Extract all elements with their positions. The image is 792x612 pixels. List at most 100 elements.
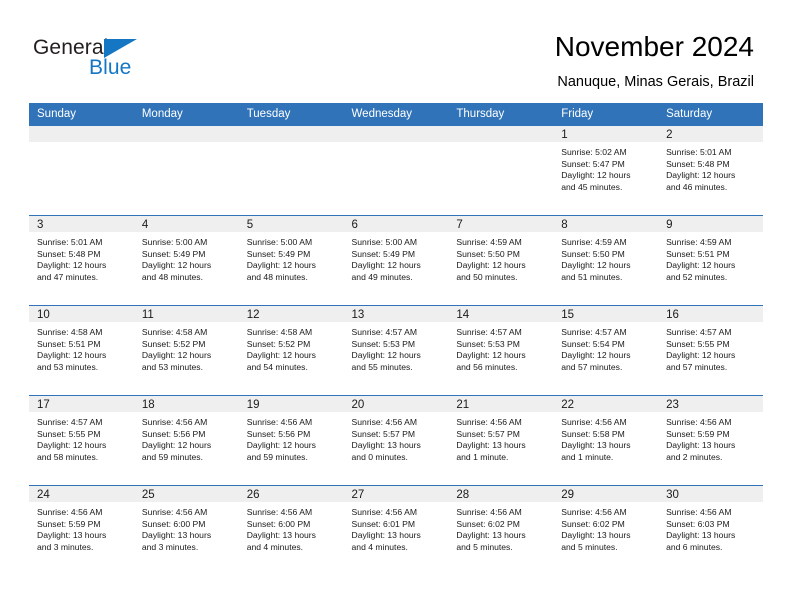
calendar-cell-day[interactable]: 7 Sunrise: 4:59 AM Sunset: 5:50 PM Daylight…	[448, 215, 554, 305]
day-number: 17	[29, 395, 134, 412]
daylight-text-line1: Daylight: 12 hours	[141, 440, 212, 451]
calendar-cell-day[interactable]: 3 Sunrise: 5:01 AM Sunset: 5:48 PM Daylight…	[29, 215, 134, 305]
calendar-cell-day[interactable]: 12 Sunrise: 4:58 AM Sunset: 5:52 PM Dayligh…	[238, 305, 344, 395]
day-number: 2	[658, 125, 763, 142]
calendar-cell-inner	[29, 125, 134, 215]
day-number: 9	[658, 215, 763, 232]
calendar-cell-day[interactable]: 21 Sunrise: 4:56 AM Sunset: 5:57 PM Dayligh…	[448, 395, 554, 485]
daylight-text-line2: and 1 minute.	[456, 451, 509, 462]
sunrise-text: Sunrise: 4:58 AM	[246, 327, 313, 337]
weekday-header-thursday: Thursday	[448, 103, 554, 125]
day-details: Sunrise: 4:58 AM Sunset: 5:52 PM Daylight:…	[134, 322, 239, 373]
daylight-text-line1: Daylight: 12 hours	[666, 260, 736, 271]
day-number: 12	[238, 305, 344, 322]
day-details: Sunrise: 4:58 AM Sunset: 5:51 PM Daylight:…	[29, 322, 134, 373]
calendar-cell-inner	[343, 125, 449, 215]
day-details: Sunrise: 4:56 AM Sunset: 5:59 PM Daylight:…	[29, 502, 134, 553]
sunset-text: Sunset: 5:56 PM	[141, 428, 206, 439]
calendar-cell-inner: 10 Sunrise: 4:58 AM Sunset: 5:51 PM Dayligh…	[29, 305, 134, 395]
day-details: Sunrise: 4:56 AM Sunset: 6:01 PM Daylight:…	[344, 502, 449, 553]
daylight-text-line1: Daylight: 12 hours	[141, 350, 212, 361]
sunrise-text: Sunrise: 4:56 AM	[666, 417, 732, 427]
day-number: 5	[238, 215, 344, 232]
day-number: 13	[343, 305, 449, 322]
day-number	[448, 125, 554, 142]
day-number	[238, 125, 344, 142]
calendar-cell-day[interactable]: 28 Sunrise: 4:56 AM Sunset: 6:02 PM Dayligh…	[448, 485, 554, 575]
sunrise-text: Sunrise: 4:56 AM	[456, 507, 522, 517]
calendar-cell-day[interactable]: 10 Sunrise: 4:58 AM Sunset: 5:51 PM Dayligh…	[29, 305, 134, 395]
day-details: Sunrise: 4:59 AM Sunset: 5:50 PM Daylight:…	[448, 232, 553, 283]
calendar-cell-day[interactable]: 16 Sunrise: 4:57 AM Sunset: 5:55 PM Dayligh…	[658, 305, 763, 395]
calendar-cell-day[interactable]: 29 Sunrise: 4:56 AM Sunset: 6:02 PM Dayligh…	[553, 485, 659, 575]
day-number	[29, 125, 134, 142]
daylight-text-line2: and 50 minutes.	[456, 271, 518, 282]
calendar-cell-day[interactable]: 26 Sunrise: 4:56 AM Sunset: 6:00 PM Dayligh…	[238, 485, 344, 575]
day-details: Sunrise: 4:57 AM Sunset: 5:53 PM Daylight:…	[344, 322, 449, 373]
calendar-cell-inner: 2 Sunrise: 5:01 AM Sunset: 5:48 PM Daylight…	[658, 125, 763, 215]
calendar-cell-day[interactable]: 23 Sunrise: 4:56 AM Sunset: 5:59 PM Dayligh…	[658, 395, 763, 485]
daylight-text-line1: Daylight: 13 hours	[351, 530, 421, 541]
sunset-text: Sunset: 5:57 PM	[456, 428, 520, 439]
sunrise-text: Sunrise: 4:56 AM	[141, 507, 208, 517]
calendar-cell-inner: 14 Sunrise: 4:57 AM Sunset: 5:53 PM Dayligh…	[448, 305, 554, 395]
calendar-cell-day[interactable]: 25 Sunrise: 4:56 AM Sunset: 6:00 PM Dayligh…	[133, 485, 239, 575]
calendar-cell-day[interactable]: 5 Sunrise: 5:00 AM Sunset: 5:49 PM Daylight…	[238, 215, 344, 305]
daylight-text-line2: and 4 minutes.	[246, 541, 304, 552]
calendar-cell-inner: 21 Sunrise: 4:56 AM Sunset: 5:57 PM Dayligh…	[448, 395, 554, 485]
day-details: Sunrise: 4:56 AM Sunset: 5:57 PM Daylight:…	[448, 412, 553, 463]
calendar-cell-day[interactable]: 11 Sunrise: 4:58 AM Sunset: 5:52 PM Dayligh…	[133, 305, 239, 395]
sunrise-text: Sunrise: 4:56 AM	[246, 507, 313, 517]
calendar-cell-day[interactable]: 2 Sunrise: 5:01 AM Sunset: 5:48 PM Daylight…	[658, 125, 763, 215]
calendar-cell-day[interactable]: 8 Sunrise: 4:59 AM Sunset: 5:50 PM Daylight…	[553, 215, 659, 305]
calendar-cell-day[interactable]: 15 Sunrise: 4:57 AM Sunset: 5:54 PM Dayligh…	[553, 305, 659, 395]
daylight-text-line1: Daylight: 12 hours	[141, 260, 212, 271]
calendar-cell-empty	[448, 125, 554, 215]
day-details: Sunrise: 4:58 AM Sunset: 5:52 PM Daylight:…	[239, 322, 344, 373]
day-number: 19	[238, 395, 344, 412]
daylight-text-line2: and 53 minutes.	[37, 361, 99, 372]
day-details: Sunrise: 4:56 AM Sunset: 5:56 PM Daylight:…	[134, 412, 239, 463]
calendar-cell-inner: 13 Sunrise: 4:57 AM Sunset: 5:53 PM Dayligh…	[343, 305, 449, 395]
calendar-cell-day[interactable]: 4 Sunrise: 5:00 AM Sunset: 5:49 PM Daylight…	[133, 215, 239, 305]
calendar-cell-day[interactable]: 24 Sunrise: 4:56 AM Sunset: 5:59 PM Dayligh…	[29, 485, 134, 575]
daylight-text-line1: Daylight: 12 hours	[351, 260, 421, 271]
sunset-text: Sunset: 5:56 PM	[246, 428, 311, 439]
daylight-text-line2: and 52 minutes.	[666, 271, 728, 282]
daylight-text-line2: and 57 minutes.	[561, 361, 623, 372]
sunrise-text: Sunrise: 5:00 AM	[351, 237, 417, 247]
calendar-cell-day[interactable]: 19 Sunrise: 4:56 AM Sunset: 5:56 PM Dayligh…	[238, 395, 344, 485]
sunset-text: Sunset: 6:03 PM	[666, 518, 730, 529]
calendar-cell-day[interactable]: 14 Sunrise: 4:57 AM Sunset: 5:53 PM Dayligh…	[448, 305, 554, 395]
calendar-cell-day[interactable]: 17 Sunrise: 4:57 AM Sunset: 5:55 PM Dayligh…	[29, 395, 134, 485]
sunrise-text: Sunrise: 4:57 AM	[351, 327, 417, 337]
daylight-text-line2: and 3 minutes.	[141, 541, 199, 552]
calendar-cell-day[interactable]: 9 Sunrise: 4:59 AM Sunset: 5:51 PM Daylight…	[658, 215, 763, 305]
day-number: 11	[133, 305, 239, 322]
calendar-cell-inner: 18 Sunrise: 4:56 AM Sunset: 5:56 PM Dayligh…	[133, 395, 239, 485]
calendar-cell-day[interactable]: 20 Sunrise: 4:56 AM Sunset: 5:57 PM Dayligh…	[343, 395, 449, 485]
daylight-text-line2: and 58 minutes.	[37, 451, 99, 462]
daylight-text-line1: Daylight: 12 hours	[246, 440, 316, 451]
calendar-cell-day[interactable]: 18 Sunrise: 4:56 AM Sunset: 5:56 PM Dayligh…	[133, 395, 239, 485]
calendar-cell-day[interactable]: 30 Sunrise: 4:56 AM Sunset: 6:03 PM Dayligh…	[658, 485, 763, 575]
calendar-cell-day[interactable]: 6 Sunrise: 5:00 AM Sunset: 5:49 PM Daylight…	[343, 215, 449, 305]
sunset-text: Sunset: 5:55 PM	[666, 338, 730, 349]
calendar-cell-day[interactable]: 27 Sunrise: 4:56 AM Sunset: 6:01 PM Dayligh…	[343, 485, 449, 575]
calendar-cell-day[interactable]: 1 Sunrise: 5:02 AM Sunset: 5:47 PM Daylight…	[553, 125, 659, 215]
sunrise-text: Sunrise: 5:00 AM	[246, 237, 313, 247]
brand-logo[interactable]: General Blue	[33, 36, 213, 86]
weekday-header-monday: Monday	[133, 103, 239, 125]
sunrise-text: Sunrise: 4:56 AM	[561, 507, 627, 517]
calendar-cell-day[interactable]: 13 Sunrise: 4:57 AM Sunset: 5:53 PM Dayligh…	[343, 305, 449, 395]
calendar-cell-day[interactable]: 22 Sunrise: 4:56 AM Sunset: 5:58 PM Dayligh…	[553, 395, 659, 485]
sunset-text: Sunset: 6:02 PM	[456, 518, 520, 529]
calendar-week-row: 24 Sunrise: 4:56 AM Sunset: 5:59 PM Dayligh…	[29, 485, 763, 575]
daylight-text-line2: and 51 minutes.	[561, 271, 623, 282]
daylight-text-line2: and 6 minutes.	[666, 541, 723, 552]
sunrise-text: Sunrise: 4:57 AM	[37, 417, 103, 427]
calendar-cell-inner: 5 Sunrise: 5:00 AM Sunset: 5:49 PM Daylight…	[238, 215, 344, 305]
daylight-text-line1: Daylight: 13 hours	[456, 440, 526, 451]
daylight-text-line2: and 45 minutes.	[561, 181, 623, 192]
day-details: Sunrise: 4:57 AM Sunset: 5:55 PM Daylight:…	[658, 322, 763, 373]
